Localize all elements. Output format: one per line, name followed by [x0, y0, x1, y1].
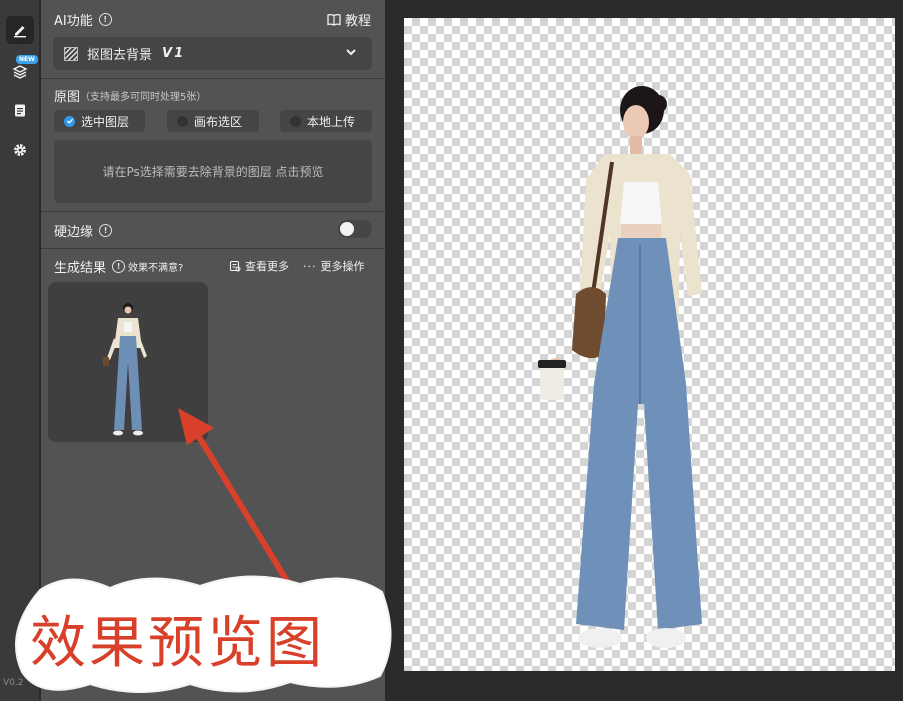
feature-select[interactable]: 抠图去背景 V1: [53, 37, 372, 70]
plugin-panel: AI功能 ! 教程 抠图去背景 V1 原图 （支持最多可同时处理5张） 选中图层…: [41, 0, 385, 701]
tutorial-label: 教程: [345, 14, 372, 29]
option-local-upload[interactable]: 本地上传: [280, 110, 372, 132]
check-icon: [64, 115, 75, 127]
chevron-down-icon: [346, 49, 356, 56]
source-section-header: 原图 （支持最多可同时处理5张）: [54, 86, 206, 105]
option-selected-layer[interactable]: 选中图层: [54, 110, 145, 132]
feature-version: V1: [162, 46, 186, 61]
result-thumbnail[interactable]: [48, 282, 208, 442]
divider: [41, 248, 385, 249]
cutout-person-image: [538, 86, 702, 648]
gallery-icon: [229, 260, 241, 272]
app-window: NEW V0.2 AI功能 ! 教程 抠图去背景 V1 原图 （支持最多可同时处…: [0, 0, 903, 701]
divider: [41, 211, 385, 212]
annotation-text: 效果预览图: [30, 611, 325, 676]
results-header: 生成结果 ! 效果不满意?: [54, 257, 183, 276]
source-preview-area[interactable]: 请在Ps选择需要去除背景的图层 点击预览: [54, 140, 372, 203]
feature-label: 抠图去背景: [87, 48, 153, 63]
radio-icon: [290, 115, 301, 127]
source-note: （支持最多可同时处理5张）: [80, 92, 207, 103]
view-more-label: 查看更多: [245, 260, 289, 273]
option-label: 画布选区: [194, 114, 243, 129]
source-title: 原图: [54, 90, 81, 105]
results-title: 生成结果: [54, 261, 107, 276]
ai-section-header: AI功能 !: [54, 10, 112, 29]
result-preview-image: [103, 303, 147, 436]
option-label: 本地上传: [307, 114, 356, 129]
radio-icon: [177, 115, 188, 127]
option-label: 选中图层: [81, 114, 130, 129]
feedback-link[interactable]: 效果不满意?: [128, 259, 183, 274]
info-icon[interactable]: !: [98, 13, 112, 26]
hard-edge-toggle[interactable]: [338, 220, 372, 238]
icon-rail: NEW V0.2: [0, 0, 40, 701]
more-actions-button[interactable]: ··· 更多操作: [303, 258, 365, 274]
info-icon[interactable]: !: [99, 224, 113, 237]
ai-section-title: AI功能: [54, 14, 93, 29]
version-label: V0.2: [3, 678, 24, 688]
option-canvas-selection[interactable]: 画布选区: [167, 110, 259, 132]
gear-icon[interactable]: [6, 136, 34, 164]
clipboard-icon[interactable]: [6, 96, 34, 124]
tutorial-link[interactable]: 教程: [327, 10, 371, 29]
new-badge: NEW: [16, 55, 38, 64]
source-placeholder: 请在Ps选择需要去除背景的图层 点击预览: [102, 165, 324, 179]
more-actions-label: 更多操作: [320, 260, 365, 273]
divider: [41, 78, 385, 79]
book-icon: [327, 13, 341, 26]
cutout-icon: [64, 46, 78, 61]
hard-edge-label: 硬边缘: [54, 225, 94, 240]
ellipsis-icon: ···: [303, 259, 317, 273]
toggle-knob: [340, 222, 354, 236]
info-icon: !: [112, 260, 126, 273]
pencil-icon[interactable]: [6, 16, 34, 44]
view-more-button[interactable]: 查看更多: [229, 258, 289, 274]
hard-edge-row: 硬边缘 !: [54, 221, 113, 240]
